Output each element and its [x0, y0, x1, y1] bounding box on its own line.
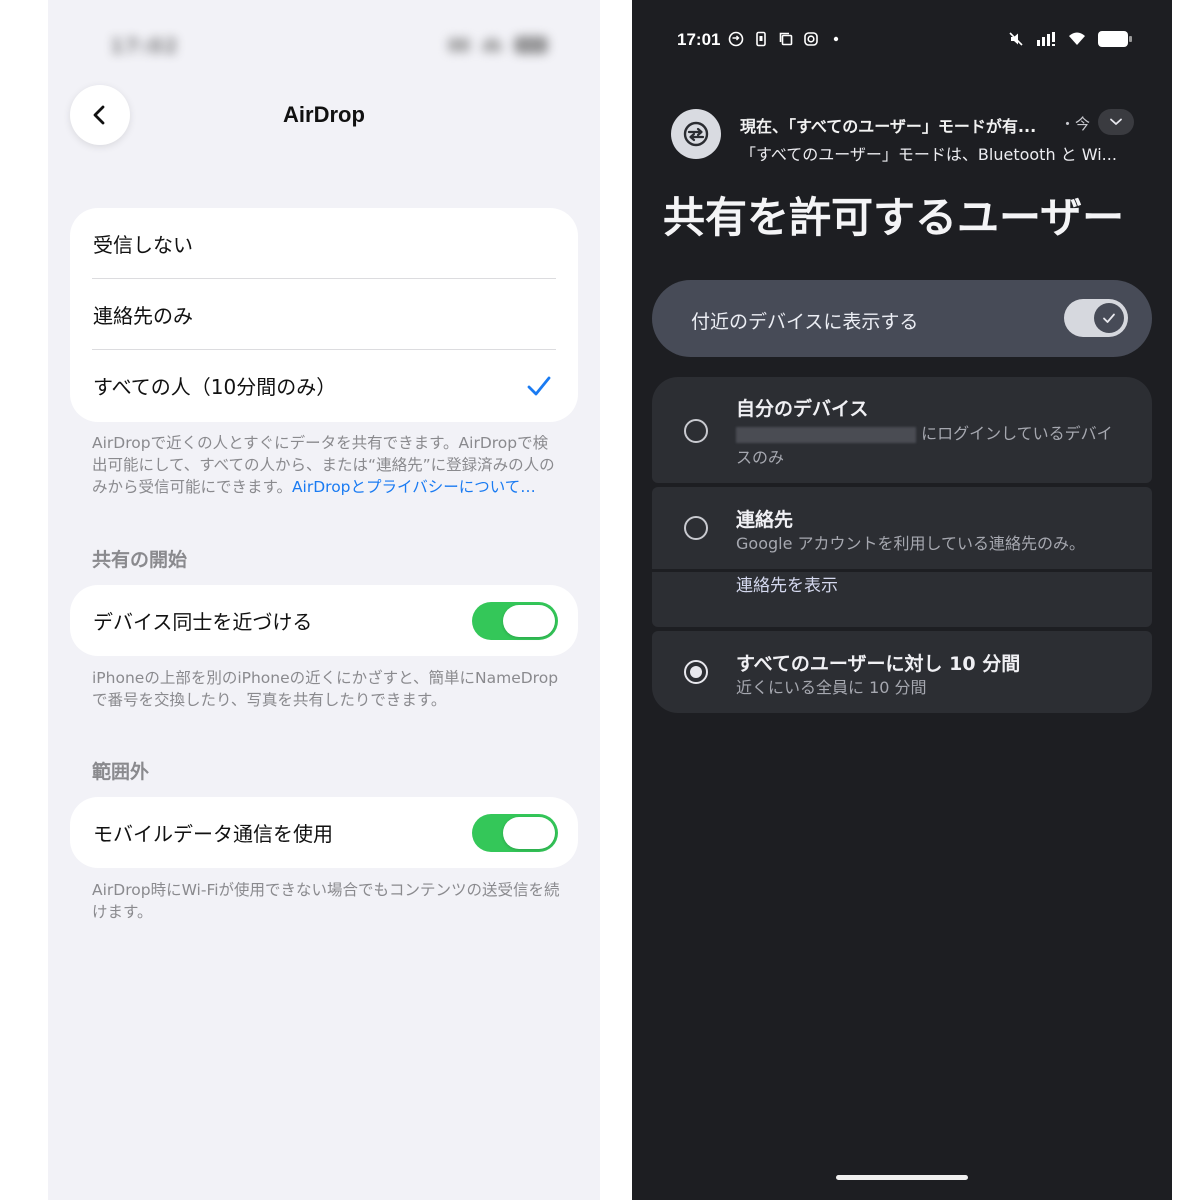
- ios-status-bar: 17:02: [48, 30, 600, 60]
- copy-status-icon: [779, 32, 793, 46]
- bring-devices-toggle[interactable]: [472, 602, 558, 640]
- option-subtitle-suffix: にログインしているデバイ: [921, 424, 1113, 443]
- redacted-account: [736, 426, 916, 443]
- gesture-home-bar[interactable]: [836, 1175, 968, 1180]
- bring-devices-card: デバイス同士を近づける: [70, 585, 578, 656]
- notification-expand-button[interactable]: [1098, 109, 1134, 135]
- page-title: 共有を許可するユーザー: [663, 193, 1125, 242]
- notification-time: ・今: [1060, 115, 1091, 133]
- option-subtitle: にログインしているデバイ スのみ: [736, 422, 1113, 470]
- option-title: 自分のデバイス: [736, 398, 869, 420]
- option-divider: [652, 569, 1152, 572]
- checkmark-icon: [527, 376, 551, 396]
- ios-status-icons: [448, 36, 548, 54]
- option-title: すべてのユーザーに対し 10 分間: [736, 653, 1021, 675]
- section-header-out-of-range: 範囲外: [92, 761, 150, 783]
- page-title: AirDrop: [283, 102, 365, 127]
- option-your-devices[interactable]: 自分のデバイス にログインしているデバイ スのみ: [652, 377, 1152, 483]
- option-contacts[interactable]: 連絡先 Google アカウントを利用している連絡先のみ。 連絡先を表示: [652, 487, 1152, 627]
- view-contacts-link[interactable]: 連絡先を表示: [736, 571, 838, 596]
- wifi-icon: [1069, 32, 1085, 45]
- android-quick-share-screen: 17:01 現在、「すべてのユーザー」モードが有... ・今 「すべてのユーザー…: [632, 0, 1172, 1200]
- option-label: すべての人（10分間のみ）: [93, 375, 337, 399]
- option-title: 連絡先: [736, 509, 794, 531]
- notification-body: 「すべてのユーザー」モードは、Bluetooth と Wi...: [740, 145, 1117, 164]
- option-everyone-10min[interactable]: すべてのユーザーに対し 10 分間 近くにいる全員に 10 分間: [652, 631, 1152, 713]
- option-subtitle: Google アカウントを利用している連絡先のみ。: [736, 534, 1086, 553]
- option-label: 受信しない: [93, 233, 193, 257]
- android-status-time: 17:01: [677, 30, 721, 49]
- option-everyone-10min[interactable]: すべての人（10分間のみ）: [70, 350, 578, 421]
- chevron-down-icon: [1110, 118, 1122, 125]
- option-subtitle: 近くにいる全員に 10 分間: [736, 678, 927, 697]
- toggle-knob: [503, 817, 555, 849]
- android-status-system-icons: [1008, 31, 1132, 47]
- bring-devices-footer: iPhoneの上部を別のiPhoneの近くにかざすと、簡単にNameDropで番…: [92, 669, 559, 709]
- toggle-knob: [503, 605, 555, 637]
- option-receiving-off[interactable]: 受信しない: [70, 208, 578, 279]
- section-header-start-sharing: 共有の開始: [92, 549, 188, 571]
- receive-options-group: 受信しない 連絡先のみ すべての人（10分間のみ）: [70, 208, 578, 422]
- bring-devices-label: デバイス同士を近づける: [93, 610, 313, 634]
- radio-dot: [690, 666, 702, 678]
- wifi-icon: [482, 38, 502, 52]
- android-status-notification-icons: [728, 31, 844, 47]
- instagram-status-icon: [804, 32, 818, 46]
- mute-icon: [1009, 32, 1023, 46]
- toggle-knob: [1094, 303, 1124, 333]
- radio-button-everyone[interactable]: [684, 660, 708, 684]
- airdrop-privacy-link[interactable]: AirDropとプライバシーについて…: [292, 478, 536, 496]
- radio-button-your-devices[interactable]: [684, 419, 708, 443]
- quick-share-status-icon: [728, 31, 744, 47]
- visibility-toggle[interactable]: [1064, 299, 1128, 337]
- radio-button-contacts[interactable]: [684, 516, 708, 540]
- quick-share-notification-icon: [671, 109, 721, 159]
- visibility-toggle-card[interactable]: 付近のデバイスに表示する: [652, 280, 1152, 357]
- mobile-data-toggle[interactable]: [472, 814, 558, 852]
- battery-icon: [1098, 31, 1132, 47]
- notification-title: 現在、「すべてのユーザー」モードが有...: [740, 117, 1037, 136]
- option-contacts-only[interactable]: 連絡先のみ: [70, 279, 578, 350]
- quick-share-icon: [683, 121, 709, 147]
- mobile-data-footer: AirDrop時にWi-Fiが使用できない場合でもコンテンツの送受信を続けます。: [92, 881, 560, 921]
- ios-airdrop-screen: 17:02 AirDrop 受信しない 連絡先のみ すべての人（10分間のみ） …: [48, 0, 600, 1200]
- cellular-signal-icon: [1037, 32, 1055, 46]
- mobile-data-label: モバイルデータ通信を使用: [93, 822, 333, 846]
- option-label: 連絡先のみ: [93, 304, 193, 328]
- visibility-toggle-label: 付近のデバイスに表示する: [691, 311, 919, 333]
- cellular-signal-icon: [448, 38, 470, 52]
- more-notifications-dot-icon: [833, 36, 839, 42]
- ios-status-time: 17:02: [110, 34, 179, 58]
- mobile-data-card: モバイルデータ通信を使用: [70, 797, 578, 868]
- phone-status-icon: [756, 31, 766, 47]
- battery-icon: [514, 36, 548, 54]
- option-subtitle-line2: スのみ: [736, 448, 785, 467]
- check-icon: [1103, 313, 1115, 323]
- airdrop-footer: AirDropで近くの人とすぐにデータを共有できます。AirDropで検出可能に…: [92, 432, 562, 498]
